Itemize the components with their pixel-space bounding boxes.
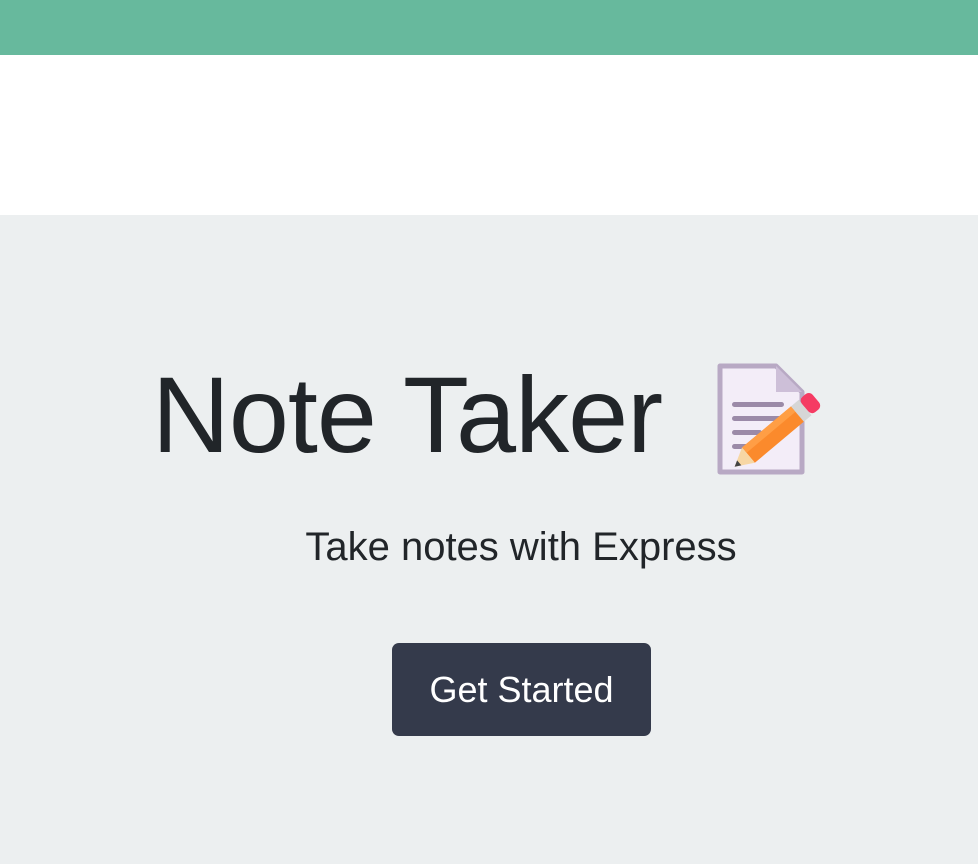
memo-pencil-icon xyxy=(717,363,821,475)
hero-subtitle: Take notes with Express xyxy=(305,525,737,569)
hero-section: Note Taker Take notes with Express Get S… xyxy=(0,215,978,864)
top-navbar xyxy=(0,0,978,55)
get-started-button[interactable]: Get Started xyxy=(392,643,651,736)
header-spacer xyxy=(0,55,978,215)
page-title: Note Taker xyxy=(151,354,663,475)
hero-title-row: Note Taker xyxy=(0,355,978,475)
